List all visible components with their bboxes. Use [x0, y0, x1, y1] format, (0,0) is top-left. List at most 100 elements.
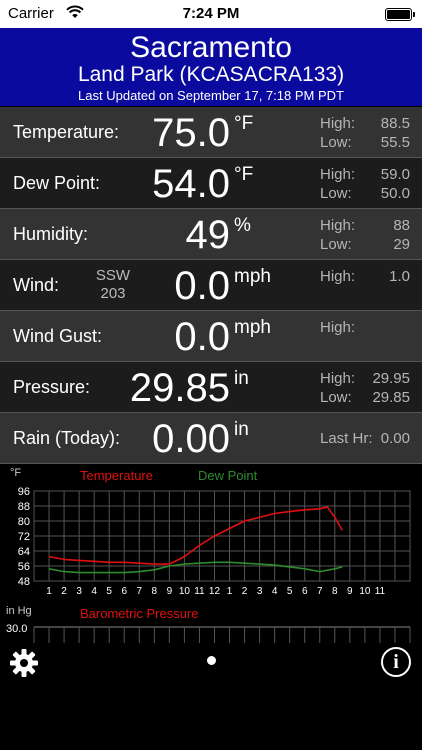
pressure-row: Pressure: 29.85 in High: 29.95 Low: 29.8…: [0, 362, 422, 413]
x-tick-label: 2: [242, 586, 248, 597]
x-tick-label: 12: [209, 586, 221, 597]
temperature-unit: °F: [234, 113, 254, 134]
temperature-high: 88.5: [380, 115, 410, 132]
wind-direction-degrees: 203: [100, 285, 126, 302]
gear-icon[interactable]: [9, 648, 39, 678]
info-glyph: i: [393, 651, 399, 673]
x-tick-label: 8: [152, 586, 158, 597]
high-label: High:: [320, 217, 356, 234]
city-title: Sacramento: [130, 31, 292, 64]
humidity-high: 88: [393, 217, 410, 234]
battery-icon: [385, 8, 415, 21]
clock: 7:24 PM: [182, 5, 240, 22]
x-tick-label: 4: [91, 586, 97, 597]
low-label: Low:: [320, 389, 352, 406]
y-tick-label: 56: [18, 561, 30, 573]
humidity-low: 29: [393, 236, 410, 253]
x-tick-label: 6: [302, 586, 308, 597]
dew-point-value: 54.0: [152, 162, 230, 206]
high-label: High:: [320, 370, 356, 387]
humidity-value: 49: [185, 213, 231, 257]
rain-unit: in: [234, 419, 249, 440]
readings-list: Temperature: 75.0 °F High: 88.5 Low: 55.…: [0, 107, 422, 464]
pressure-tick-label: 30.0: [6, 623, 28, 635]
series-line-dew-point: [48, 561, 343, 574]
x-tick-label: 4: [272, 586, 278, 597]
x-tick-label: 3: [76, 586, 82, 597]
x-tick-label: 9: [347, 586, 353, 597]
pressure-chart-unit: in Hg: [6, 605, 32, 617]
station-header: Sacramento Land Park (KCASACRA133) Last …: [0, 28, 422, 106]
legend-temperature: Temperature: [80, 468, 153, 483]
high-label: High:: [320, 166, 356, 183]
y-tick-label: 80: [18, 516, 30, 528]
x-tick-label: 10: [359, 586, 371, 597]
x-tick-label: 6: [121, 586, 127, 597]
x-tick-label: 2: [61, 586, 67, 597]
x-tick-label: 5: [287, 586, 293, 597]
wind-gust-unit: mph: [234, 317, 271, 338]
x-tick-label: 7: [317, 586, 323, 597]
last-updated: Last Updated on September 17, 7:18 PM PD…: [78, 88, 344, 103]
y-tick-label: 96: [18, 486, 30, 498]
wind-value: 0.0: [174, 264, 230, 308]
temperature-low: 55.5: [380, 134, 410, 151]
page-indicator[interactable]: [207, 656, 216, 665]
high-label: High:: [320, 268, 356, 285]
pressure-label: Pressure:: [13, 377, 91, 397]
x-tick-label: 9: [167, 586, 173, 597]
humidity-unit: %: [234, 215, 251, 236]
rain-label: Rain (Today):: [13, 428, 121, 448]
x-tick-label: 11: [375, 586, 386, 597]
pressure-unit: in: [234, 368, 249, 389]
y-tick-label: 64: [18, 546, 30, 558]
humidity-row: Humidity: 49 % High: 88 Low: 29: [0, 209, 422, 260]
high-label: High:: [320, 319, 356, 336]
dew-point-label: Dew Point:: [13, 173, 101, 193]
temp-chart-unit: °F: [10, 467, 22, 479]
status-bar: Carrier 7:24 PM: [0, 0, 422, 28]
wind-row: Wind: SSW 203 0.0 mph High: 1.0: [0, 260, 422, 311]
high-label: High:: [320, 115, 356, 132]
x-tick-label: 7: [136, 586, 142, 597]
temperature-row: Temperature: 75.0 °F High: 88.5 Low: 55.…: [0, 107, 422, 158]
low-label: Low:: [320, 134, 352, 151]
info-icon[interactable]: i: [381, 647, 411, 677]
humidity-label: Humidity:: [13, 224, 89, 244]
wind-gust-row: Wind Gust: 0.0 mph High:: [0, 311, 422, 362]
last-hour-label: Last Hr:: [320, 430, 373, 447]
wind-unit: mph: [234, 266, 271, 287]
station-name: Land Park (KCASACRA133): [77, 63, 345, 86]
pressure-low: 29.85: [372, 389, 410, 406]
x-tick-label: 1: [227, 586, 233, 597]
x-tick-label: 3: [257, 586, 263, 597]
wind-high: 1.0: [389, 268, 410, 285]
x-tick-label: 10: [179, 586, 191, 597]
wind-label: Wind:: [13, 275, 60, 295]
legend-barometric-pressure: Barometric Pressure: [80, 606, 199, 621]
wind-gust-label: Wind Gust:: [13, 326, 103, 346]
y-tick-label: 72: [18, 531, 30, 543]
x-tick-label: 1: [46, 586, 52, 597]
legend-dew-point: Dew Point: [198, 468, 258, 483]
low-label: Low:: [320, 185, 352, 202]
dew-point-high: 59.0: [380, 166, 410, 183]
pressure-value: 29.85: [129, 366, 230, 410]
y-tick-label: 88: [18, 501, 30, 513]
wind-gust-value: 0.0: [174, 315, 230, 359]
wind-direction: SSW 203: [95, 267, 131, 303]
low-label: Low:: [320, 236, 352, 253]
chart-canvas[interactable]: 96888072645648 1 2 3 4 5 6 7 8 9 10 11 12 1 2 3 4 5 6 7 8 9 1…: [0, 467, 422, 643]
rain-row: Rain (Today): 0.00 in Last Hr: 0.00: [0, 413, 422, 464]
dew-point-row: Dew Point: 54.0 °F High: 59.0 Low: 50.0: [0, 158, 422, 209]
x-tick-label: 8: [332, 586, 338, 597]
x-tick-label: 5: [106, 586, 112, 597]
temperature-label: Temperature:: [13, 122, 120, 142]
rain-value: 0.00: [152, 417, 230, 461]
x-tick-label: 11: [194, 586, 205, 597]
dew-point-unit: °F: [234, 164, 254, 185]
dew-point-low: 50.0: [380, 185, 410, 202]
wind-direction-text: SSW: [95, 267, 131, 284]
history-charts[interactable]: 96 88 80 72 64 56 48 1 2 3 4 5 6 7 8 9 10 11 12 1 2 3 4 5 6 7 8 9 1…: [0, 467, 422, 643]
y-tick-label: 48: [18, 576, 30, 588]
